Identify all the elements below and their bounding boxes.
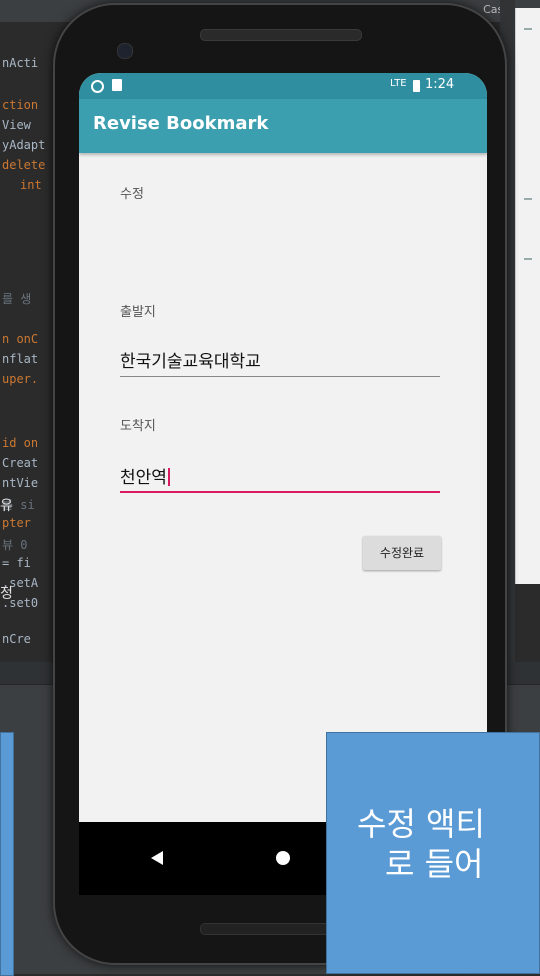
callout-box-left: [0, 732, 14, 976]
code-line: n onC: [2, 332, 39, 346]
speaker-grille: [200, 29, 362, 41]
code-line: nActi: [2, 56, 39, 70]
section-label: 수정: [120, 187, 144, 202]
side-text: 유: [0, 498, 13, 514]
submit-button[interactable]: 수정완료: [363, 536, 441, 570]
code-line: ction: [2, 98, 39, 112]
status-bar: LTE 1:24: [79, 73, 487, 99]
text-cursor: [167, 468, 170, 486]
code-line: View: [2, 118, 31, 132]
arrival-field[interactable]: 천안역: [120, 457, 440, 493]
side-text: 정: [0, 586, 13, 602]
sd-card-icon: [112, 79, 122, 91]
departure-value: 한국기술교육대학교: [120, 352, 261, 372]
panel-mark: [524, 258, 532, 260]
arrival-value: 천안역: [120, 468, 167, 488]
code-line: uper.: [2, 372, 39, 386]
home-icon[interactable]: [276, 851, 290, 865]
arrival-value-wrap: 천안역: [120, 463, 170, 488]
callout-box: 수정 액티 로 들어: [326, 732, 540, 974]
code-line: delete: [2, 158, 46, 172]
front-camera: [117, 43, 133, 59]
back-icon[interactable]: [151, 851, 163, 865]
code-line: pter: [2, 516, 31, 530]
code-line: ntVie: [2, 476, 39, 490]
app-bar: Revise Bookmark: [79, 99, 487, 153]
departure-label: 출발지: [120, 305, 156, 320]
panel-mark: [524, 198, 532, 200]
arrival-underline: [120, 491, 440, 493]
app-title: Revise Bookmark: [93, 113, 269, 134]
notification-ring-icon: [91, 80, 104, 93]
code-line: 를 생: [2, 292, 32, 306]
ide-code-editor: nActi ction View yAdapt delete int 를 생 n…: [0, 22, 62, 662]
preview-panel: [515, 8, 540, 584]
panel-mark: [524, 28, 532, 30]
code-line: nflat: [2, 352, 39, 366]
code-line: int: [20, 178, 42, 192]
code-line: id on: [2, 436, 39, 450]
code-line: nCre: [2, 632, 31, 646]
lte-signal-icon: LTE: [390, 78, 407, 89]
code-line: Creat: [2, 456, 39, 470]
departure-field[interactable]: 한국기술교육대학교: [120, 341, 440, 377]
code-line: 뷰 0: [2, 538, 28, 552]
departure-underline: [120, 376, 440, 377]
code-line: yAdapt: [2, 138, 46, 152]
code-line: = fi: [2, 556, 31, 570]
callout-line-2: 로 들어: [385, 845, 484, 883]
arrival-label: 도착지: [120, 419, 156, 434]
status-time: 1:24: [425, 77, 455, 92]
battery-icon: [413, 80, 420, 92]
